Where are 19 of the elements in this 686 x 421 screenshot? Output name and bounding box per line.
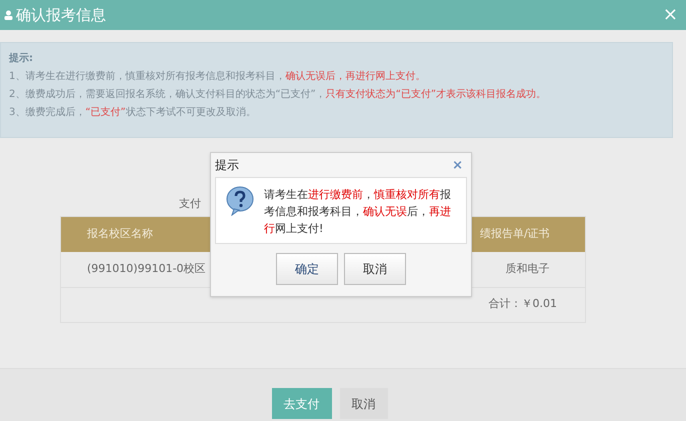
notice-text: 3、缴费完成后，“已支付”状态下考试不可更改及取消。 [9, 106, 257, 120]
cancel-button[interactable]: 取消 [340, 388, 388, 419]
notice-text: 2、缴费成功后，需要返回报名系统，确认支付科目的状态为“已支付”，只有支付状态为“已支付”才表示该科目报名成功。 [9, 88, 548, 102]
total-text: 合计：￥0.01 [488, 296, 557, 312]
dialog-message: 请考生在进行缴费前，慎重核对所有报考信息和报考科目，确认无误后，再进行网上支付! [264, 187, 452, 237]
notice-title: 提示: [9, 52, 34, 66]
user-icon [4, 10, 13, 20]
table-cell-text: (991010)99101-0校区 [87, 260, 206, 277]
close-button[interactable]: × [452, 158, 463, 172]
payment-label: 支付 [179, 196, 201, 212]
window-title: 确认报考信息 [16, 4, 106, 26]
table-cell-text: 质和电子 [506, 260, 550, 277]
question-icon [226, 186, 254, 216]
ok-button[interactable]: 确定 [276, 253, 338, 285]
column-header: 报名校区名称 [87, 226, 153, 242]
cancel-button[interactable]: 取消 [344, 253, 406, 285]
dialog-title: 提示 [215, 157, 239, 174]
column-header: 绩报告单/证书 [480, 226, 550, 242]
notice-text: 1、请考生在进行缴费前，慎重核对所有报考信息和报考科目，确认无误后，再进行网上支付。 [9, 70, 426, 84]
